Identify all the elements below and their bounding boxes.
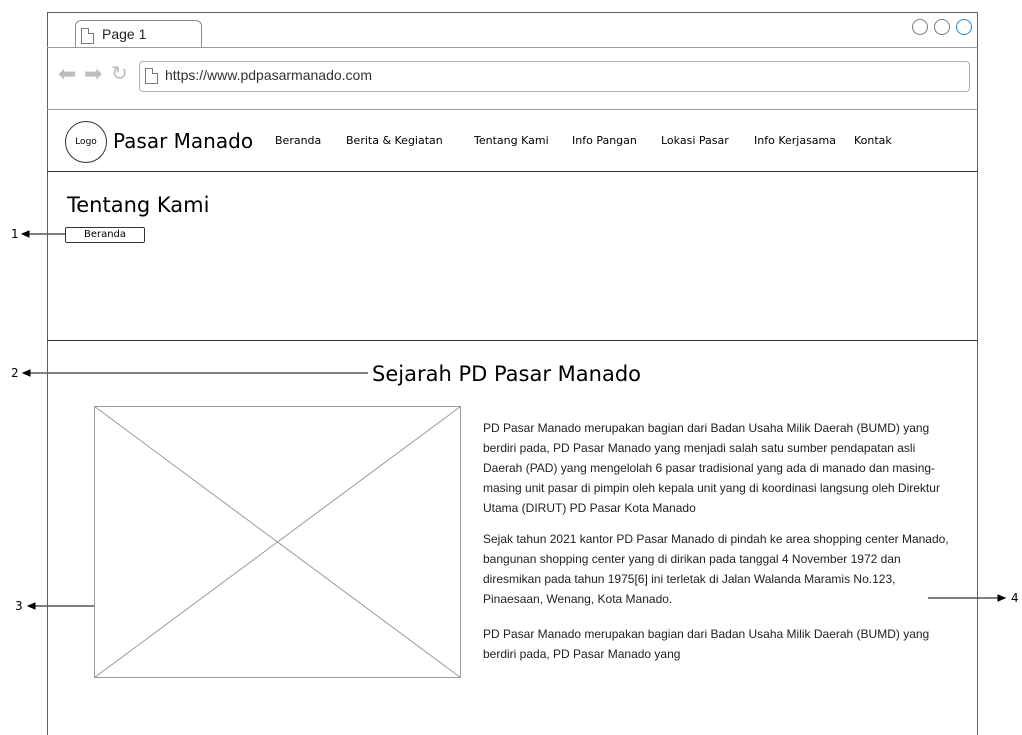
window-control-1[interactable]: [912, 19, 928, 35]
refresh-icon[interactable]: ↻: [111, 64, 128, 84]
site-brand[interactable]: Pasar Manado: [113, 129, 253, 153]
back-arrow-icon[interactable]: ⬅: [58, 63, 76, 85]
url-text[interactable]: https://www.pdpasarmanado.com: [165, 67, 372, 83]
tab-title: Page 1: [102, 26, 147, 42]
nav-info-pangan[interactable]: Info Pangan: [572, 134, 637, 147]
annotation-marker-2: 2: [11, 366, 19, 380]
site-logo[interactable]: Logo: [65, 121, 107, 163]
paragraph-3: PD Pasar Manado merupakan bagian dari Ba…: [483, 627, 930, 661]
nav-lokasi-pasar[interactable]: Lokasi Pasar: [661, 134, 729, 147]
annotation-marker-1: 1: [11, 227, 19, 241]
page-icon: [81, 28, 94, 44]
url-page-icon: [145, 68, 158, 84]
nav-info-kerjasama[interactable]: Info Kerjasama: [754, 134, 836, 147]
hero-divider: [47, 340, 978, 341]
toolbar-divider: [47, 109, 978, 110]
window-control-2[interactable]: [934, 19, 950, 35]
forward-arrow-icon[interactable]: ➡: [84, 63, 102, 85]
tabbar-divider: [47, 47, 978, 48]
arrow-head-2: [21, 369, 31, 377]
nav-kontak[interactable]: Kontak: [854, 134, 892, 147]
nav-beranda[interactable]: Beranda: [275, 134, 321, 147]
nav-berita-kegiatan[interactable]: Berita & Kegiatan: [346, 134, 443, 147]
paragraph-1: PD Pasar Manado merupakan bagian dari Ba…: [483, 421, 940, 515]
window-control-3[interactable]: [956, 19, 972, 35]
arrow-head-3: [26, 602, 36, 610]
section-title: Sejarah PD Pasar Manado: [372, 362, 642, 386]
annotation-marker-4: 4: [1011, 591, 1019, 605]
nav-tentang-kami[interactable]: Tentang Kami: [474, 134, 549, 147]
arrow-head-4: [997, 594, 1007, 602]
arrow-head-1: [20, 230, 30, 238]
image-placeholder-icon: [94, 406, 461, 678]
breadcrumb[interactable]: Beranda: [65, 227, 145, 243]
page-title: Tentang Kami: [67, 193, 210, 217]
paragraph-2: Sejak tahun 2021 kantor PD Pasar Manado …: [483, 532, 949, 606]
annotation-marker-3: 3: [15, 599, 23, 613]
header-divider: [47, 171, 978, 172]
